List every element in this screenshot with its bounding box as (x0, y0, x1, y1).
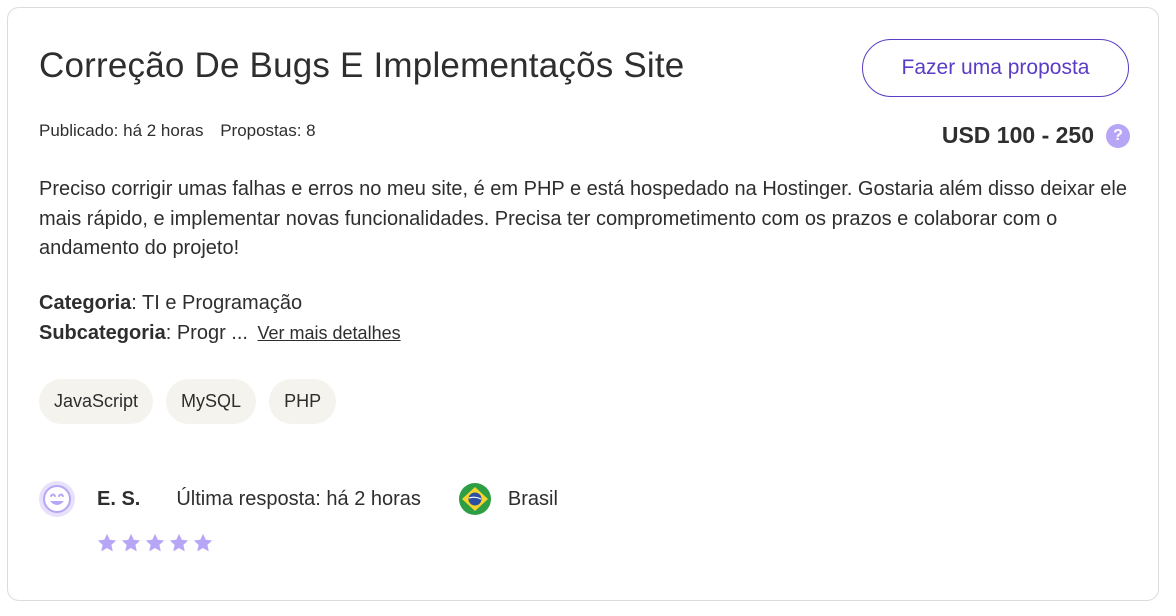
star-icon (169, 533, 189, 552)
category-value: : TI e Programação (131, 292, 303, 314)
help-icon[interactable]: ? (1106, 123, 1130, 148)
project-card: Correção De Bugs E Implementaçõs Site Fa… (7, 7, 1159, 601)
make-proposal-button[interactable]: Fazer uma proposta (862, 39, 1129, 97)
subcategory-label: Subcategoria (39, 322, 166, 344)
skill-tag[interactable]: MySQL (166, 379, 257, 424)
category-row: Categoria: TI e Programação (39, 292, 302, 315)
project-description: Preciso corrigir umas falhas e erros no … (39, 178, 1127, 259)
published-time: Publicado: há 2 horas (39, 121, 204, 140)
star-icon (193, 533, 213, 552)
project-title[interactable]: Correção De Bugs E Implementaçõs Site (39, 46, 684, 86)
more-details-link[interactable]: Ver mais detalhes (258, 323, 401, 343)
skill-tag[interactable]: PHP (269, 379, 337, 424)
skill-tag[interactable]: JavaScript (39, 379, 154, 424)
last-reply: Última resposta: há 2 horas (176, 487, 421, 510)
star-icon (97, 533, 117, 552)
client-rating (96, 532, 214, 554)
budget-value: USD 100 - 250 (941, 122, 1094, 148)
star-icon (121, 533, 141, 552)
proposals-count: Propostas: 8 (220, 121, 316, 140)
client-country: Brasil (507, 487, 558, 510)
skill-tags: JavaScript MySQL PHP (39, 379, 337, 424)
star-icon (145, 533, 165, 552)
client-name[interactable]: E. S. (97, 488, 140, 511)
brazil-flag-icon (458, 483, 491, 515)
budget: USD 100 - 250 ? (942, 122, 1130, 149)
subcategory-row: Subcategoria: Progr ... Ver mais detalhe… (39, 322, 401, 345)
category-label: Categoria (39, 292, 132, 314)
smiley-face-icon[interactable] (39, 481, 75, 517)
project-meta: Publicado: há 2 horas Propostas: 8 (39, 121, 328, 141)
client-info: E. S. Última resposta: há 2 horas Brasil (39, 480, 558, 518)
subcategory-value: : Progr ... (165, 322, 248, 344)
